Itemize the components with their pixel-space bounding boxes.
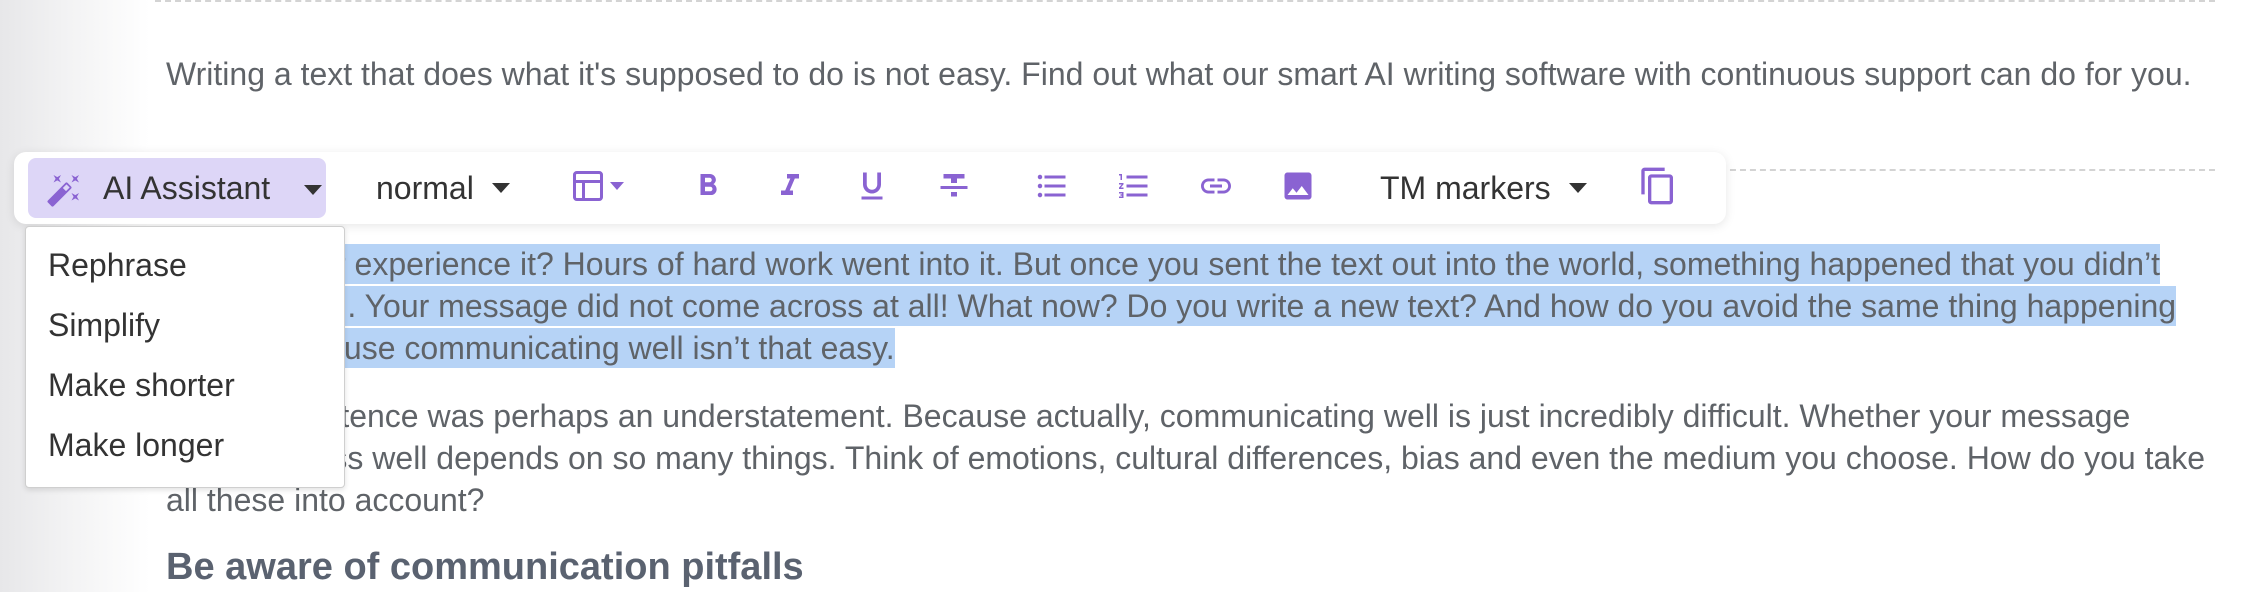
text-style-value: normal xyxy=(376,169,474,206)
copy-icon xyxy=(1641,167,1673,205)
tm-markers-select[interactable]: TM markers xyxy=(1380,164,1587,212)
strikethrough-button[interactable] xyxy=(936,168,972,204)
section-heading[interactable]: Be aware of communication pitfalls xyxy=(166,546,804,589)
table-icon xyxy=(573,171,603,201)
tm-markers-label: TM markers xyxy=(1380,169,1551,206)
formatting-toolbar: AI Assistant normal TM markers xyxy=(14,152,1726,224)
text-selection[interactable]: Did you ever experience it? Hours of har… xyxy=(166,244,2177,368)
menu-item-simplify[interactable]: Simplify xyxy=(48,307,160,344)
bold-icon xyxy=(700,174,717,195)
italic-button[interactable] xyxy=(772,168,808,204)
ai-assistant-button[interactable]: AI Assistant xyxy=(28,158,326,218)
image-icon xyxy=(1284,172,1312,200)
second-paragraph[interactable]: The last sentence was perhaps an underst… xyxy=(166,395,2226,521)
table-button[interactable] xyxy=(570,168,624,204)
block-separator xyxy=(1720,169,2215,171)
menu-item-rephrase[interactable]: Rephrase xyxy=(48,247,187,284)
underline-button[interactable] xyxy=(854,168,890,204)
italic-icon xyxy=(781,174,799,195)
ai-assistant-label: AI Assistant xyxy=(103,170,271,206)
block-separator xyxy=(155,0,2215,2)
image-button[interactable] xyxy=(1280,168,1316,204)
numbered-list-icon xyxy=(1119,174,1148,198)
editor-page: Writing a text that does what it's suppo… xyxy=(0,0,2264,592)
bold-button[interactable] xyxy=(690,168,726,204)
copy-button[interactable] xyxy=(1638,166,1678,206)
chevron-down-icon xyxy=(610,182,624,190)
bullet-list-button[interactable] xyxy=(1034,168,1070,204)
chevron-down-icon xyxy=(491,183,510,193)
text-style-select[interactable]: normal xyxy=(376,164,510,212)
ai-assistant-menu: Rephrase Simplify Make shorter Make long… xyxy=(25,226,345,488)
menu-item-make-shorter[interactable]: Make shorter xyxy=(48,367,235,404)
intro-paragraph[interactable]: Writing a text that does what it's suppo… xyxy=(166,53,2226,95)
chevron-down-icon xyxy=(304,185,322,195)
link-icon xyxy=(1201,178,1231,194)
magic-wand-icon xyxy=(47,175,79,207)
underline-icon xyxy=(861,172,883,200)
bullet-list-icon xyxy=(1037,174,1066,198)
link-button[interactable] xyxy=(1198,168,1234,204)
selected-paragraph[interactable]: Did you ever experience it? Hours of har… xyxy=(166,243,2216,369)
numbered-list-button[interactable] xyxy=(1116,168,1152,204)
strikethrough-icon xyxy=(940,174,968,197)
menu-item-make-longer[interactable]: Make longer xyxy=(48,427,224,464)
chevron-down-icon xyxy=(1568,183,1587,193)
